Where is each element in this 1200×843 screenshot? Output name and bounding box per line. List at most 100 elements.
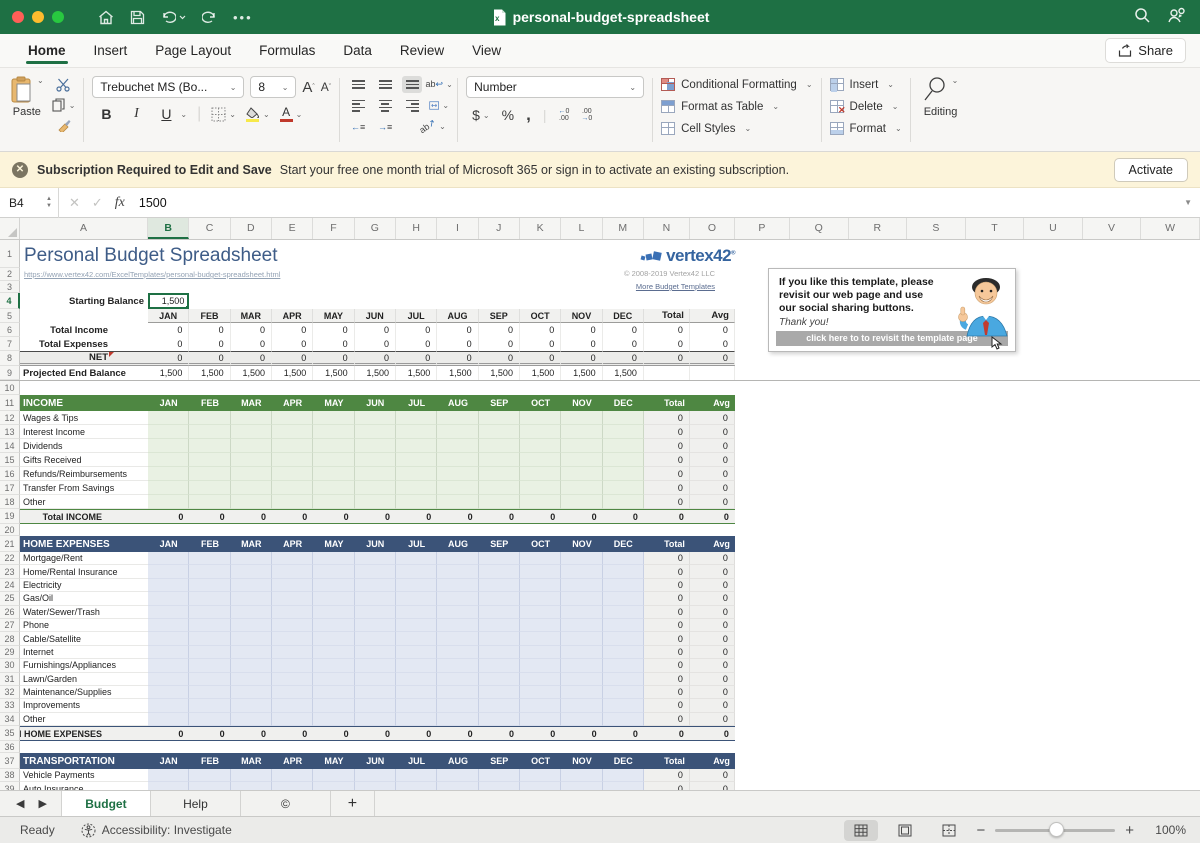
cell[interactable]: 0 (520, 351, 561, 366)
cell[interactable] (355, 453, 396, 467)
cell[interactable] (479, 425, 520, 439)
cell[interactable]: Dividends (20, 439, 148, 453)
column-header[interactable]: F (313, 218, 354, 239)
row-header[interactable]: 9 (0, 366, 20, 380)
cell[interactable] (603, 699, 644, 712)
cell[interactable] (520, 592, 561, 605)
row-header[interactable]: 24 (0, 579, 20, 592)
cell[interactable]: Total INCOME (20, 509, 148, 524)
cell[interactable]: 0 (231, 726, 272, 741)
cell[interactable] (189, 495, 230, 509)
cell[interactable] (272, 619, 313, 632)
cell[interactable] (603, 619, 644, 632)
cell[interactable] (735, 632, 1200, 645)
cell[interactable]: Improvements (20, 699, 148, 712)
tab-insert[interactable]: Insert (80, 35, 142, 66)
cell[interactable] (690, 366, 735, 380)
row-header[interactable]: 1 (0, 240, 20, 268)
cell[interactable] (520, 713, 561, 726)
cell[interactable]: HOME EXPENSES (20, 536, 148, 552)
cell[interactable]: MAR (231, 753, 272, 769)
cell[interactable] (189, 411, 230, 425)
cell[interactable] (437, 425, 478, 439)
cell[interactable]: 0 (148, 337, 189, 351)
column-header[interactable]: C (189, 218, 230, 239)
cell[interactable] (189, 565, 230, 578)
cell[interactable] (396, 769, 437, 782)
row-header[interactable]: 31 (0, 673, 20, 686)
cell[interactable]: Transfer From Savings (20, 481, 148, 495)
cell[interactable] (735, 536, 1200, 552)
cell[interactable] (437, 632, 478, 645)
cell[interactable] (272, 606, 313, 619)
cell[interactable]: APR (272, 309, 313, 323)
cell[interactable] (735, 552, 1200, 565)
zoom-slider-knob[interactable] (1049, 822, 1064, 837)
cell[interactable] (561, 782, 602, 790)
row-header[interactable]: 33 (0, 699, 20, 712)
sheet-title[interactable]: Personal Budget Spreadsheet (24, 245, 278, 267)
cell[interactable] (561, 646, 602, 659)
cell[interactable]: 0 (313, 351, 354, 366)
cell[interactable] (355, 686, 396, 699)
cell[interactable]: 0 (437, 509, 478, 524)
column-header[interactable]: L (561, 218, 602, 239)
cell[interactable] (396, 713, 437, 726)
tab-page-layout[interactable]: Page Layout (141, 35, 245, 66)
cell[interactable]: NOV (561, 395, 602, 411)
cell[interactable] (313, 673, 354, 686)
cell[interactable] (735, 619, 1200, 632)
cell[interactable] (148, 495, 189, 509)
cell[interactable] (735, 699, 1200, 712)
cell[interactable] (735, 579, 1200, 592)
comma-style-button[interactable]: , (526, 105, 531, 125)
cell[interactable]: 0 (561, 337, 602, 351)
cell[interactable]: 0 (189, 726, 230, 741)
cell[interactable]: 0 (561, 726, 602, 741)
cell[interactable] (520, 425, 561, 439)
cell[interactable] (148, 565, 189, 578)
cell[interactable] (479, 592, 520, 605)
cell[interactable]: Total (644, 309, 690, 323)
cell[interactable] (20, 309, 148, 323)
cell[interactable] (355, 481, 396, 495)
cell[interactable]: 0 (690, 453, 735, 467)
cell[interactable]: FEB (189, 395, 230, 411)
align-middle-button[interactable] (375, 76, 395, 93)
row-header[interactable]: 30 (0, 659, 20, 672)
row-header[interactable]: 17 (0, 481, 20, 495)
cell[interactable] (561, 769, 602, 782)
cell[interactable]: 0 (690, 552, 735, 565)
cell[interactable]: 0 (644, 467, 690, 481)
cell[interactable]: 0 (644, 782, 690, 790)
cell[interactable]: OCT (520, 753, 561, 769)
cell[interactable]: 0 (355, 726, 396, 741)
cell[interactable]: 0 (690, 495, 735, 509)
cell[interactable] (189, 592, 230, 605)
normal-view-button[interactable] (844, 820, 878, 841)
cell[interactable]: Gifts Received (20, 453, 148, 467)
cell[interactable] (520, 699, 561, 712)
row-header[interactable]: 20 (0, 524, 20, 536)
column-header[interactable]: G (355, 218, 396, 239)
cell[interactable]: 0 (644, 592, 690, 605)
cell[interactable] (189, 632, 230, 645)
cell[interactable] (189, 769, 230, 782)
cell[interactable] (189, 606, 230, 619)
cell[interactable]: 0 (148, 323, 189, 337)
cell[interactable]: JUN (355, 753, 396, 769)
cell[interactable] (603, 632, 644, 645)
cell[interactable]: 0 (644, 481, 690, 495)
zoom-window-button[interactable] (52, 11, 64, 23)
align-bottom-button[interactable] (402, 76, 422, 93)
cell[interactable] (603, 579, 644, 592)
cell[interactable]: 1,500 (231, 366, 272, 380)
cell[interactable]: 0 (690, 619, 735, 632)
cell[interactable] (603, 439, 644, 453)
cell[interactable] (603, 425, 644, 439)
column-header[interactable]: N (644, 218, 690, 239)
cell[interactable]: 0 (644, 411, 690, 425)
cell[interactable]: 0 (272, 337, 313, 351)
cell[interactable]: FEB (189, 309, 230, 323)
cell[interactable] (437, 673, 478, 686)
